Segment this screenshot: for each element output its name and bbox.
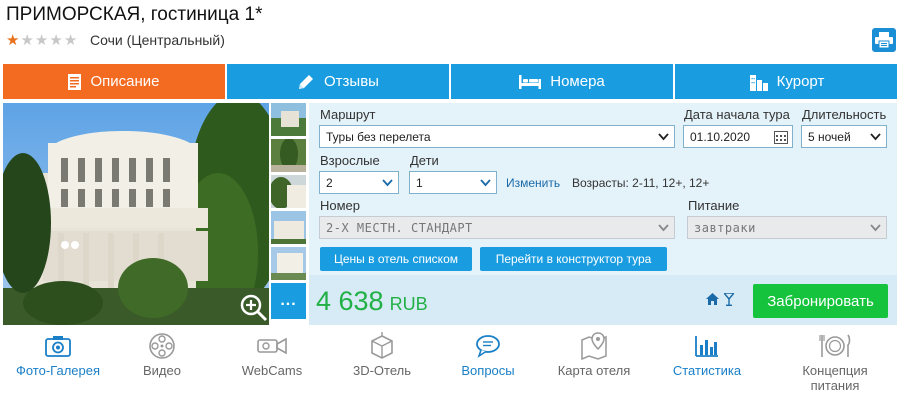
chevron-down-icon (658, 224, 669, 232)
thumbnail-image (271, 247, 306, 280)
tab-label: Отзывы (324, 73, 379, 90)
star-icon: ★ (6, 32, 20, 49)
hotel-location: Сочи (Центральный) (90, 32, 225, 48)
price-currency: RUB (389, 294, 428, 314)
printer-icon (875, 32, 893, 48)
date-label: Дата начала тура (684, 107, 790, 122)
duration-label: Длительность (802, 107, 887, 122)
gallery-thumbnail[interactable] (271, 211, 306, 244)
home-icon[interactable] (706, 293, 719, 305)
nav-3d-hotel[interactable]: 3D-Отель (327, 330, 437, 378)
zoom-in-icon (240, 294, 268, 322)
thumbnail-image (271, 175, 306, 208)
main-hotel-photo[interactable] (3, 103, 269, 325)
hotel-tabs: Описание Отзывы Номера Курорт (3, 64, 897, 99)
document-icon (68, 73, 82, 90)
tab-description[interactable]: Описание (3, 64, 225, 99)
buildings-icon (749, 74, 768, 91)
change-ages-link[interactable]: Изменить (506, 176, 560, 190)
nav-statistics[interactable]: Статистика (652, 330, 762, 378)
route-label: Маршрут (320, 107, 376, 122)
hotel-title: ПРИМОРСКАЯ, гостиница 1* (6, 4, 263, 25)
nav-food-concept[interactable]: Концепция питания (780, 330, 890, 393)
cube-3d-icon (371, 332, 393, 359)
chevron-down-icon (480, 179, 491, 187)
tab-label: Описание (90, 73, 160, 90)
bed-icon (519, 74, 542, 89)
gallery-thumbnail[interactable] (271, 103, 306, 136)
tour-constructor-button[interactable]: Перейти в конструктор тура (480, 247, 667, 271)
tour-search-form: Маршрут Туры без перелета Дата начала ту… (309, 103, 897, 325)
gallery-thumbnails: ... (271, 103, 306, 319)
book-button[interactable]: Забронировать (753, 284, 888, 318)
route-select[interactable]: Туры без перелета (319, 125, 675, 148)
star-icon: ★ (63, 32, 78, 49)
map-pin-icon (581, 332, 607, 360)
plate-cutlery-icon (819, 334, 851, 357)
gallery-more-button[interactable]: ... (271, 283, 306, 319)
chevron-down-icon (870, 133, 881, 141)
calendar-icon (774, 131, 788, 144)
meal-select[interactable]: завтраки (687, 216, 887, 239)
webcam-icon (257, 337, 287, 355)
thumbnail-image (271, 139, 306, 172)
tab-label: Номера (550, 73, 605, 90)
zoom-button[interactable] (239, 293, 269, 325)
tab-resort[interactable]: Курорт (675, 64, 897, 99)
tab-label: Курорт (776, 73, 825, 90)
hotel-media-nav: Фото-Галерея Видео WebCams 3D-Отель Вопр… (3, 330, 897, 394)
star-icon: ★ (49, 32, 63, 49)
meal-label: Питание (688, 198, 740, 213)
tab-reviews[interactable]: Отзывы (227, 64, 449, 99)
adults-select[interactable]: 2 (319, 171, 399, 194)
date-input[interactable]: 01.10.2020 (683, 125, 793, 148)
print-button[interactable] (872, 28, 896, 52)
nav-video[interactable]: Видео (107, 330, 217, 378)
gallery-thumbnail[interactable] (271, 139, 306, 172)
price-extras (706, 293, 734, 306)
chevron-down-icon (870, 224, 881, 232)
bar-chart-icon (695, 336, 718, 357)
duration-select[interactable]: 5 ночей (801, 125, 887, 148)
price-value: 4 638 (316, 286, 384, 316)
pencil-icon (299, 74, 314, 89)
children-label: Дети (410, 153, 439, 168)
camera-icon (45, 336, 71, 357)
children-ages-text: Возрасты: 2-11, 12+, 12+ (572, 176, 710, 190)
star-icon: ★ (34, 32, 49, 49)
hotel-prices-list-button[interactable]: Цены в отель списком (320, 247, 472, 271)
children-select[interactable]: 1 (409, 171, 497, 194)
chevron-down-icon (658, 133, 669, 141)
nav-webcams[interactable]: WebCams (217, 330, 327, 378)
star-icon: ★ (20, 32, 34, 49)
chat-bubble-icon (476, 335, 500, 358)
thumbnail-image (271, 103, 306, 136)
thumbnail-image (271, 211, 306, 244)
tab-rooms[interactable]: Номера (451, 64, 673, 99)
hotel-building-image (3, 103, 269, 325)
room-select[interactable]: 2-Х МЕСТН. СТАНДАРТ (319, 216, 675, 239)
cocktail-icon[interactable] (724, 293, 734, 306)
chevron-down-icon (382, 179, 393, 187)
tour-price: 4 638 RUB (316, 286, 428, 317)
gallery-thumbnail[interactable] (271, 247, 306, 280)
film-reel-icon (149, 333, 175, 359)
nav-hotel-map[interactable]: Карта отеля (539, 330, 649, 378)
nav-questions[interactable]: Вопросы (433, 330, 543, 378)
room-label: Номер (320, 198, 361, 213)
adults-label: Взрослые (320, 153, 380, 168)
nav-photo-gallery[interactable]: Фото-Галерея (3, 330, 113, 378)
gallery-thumbnail[interactable] (271, 175, 306, 208)
rating-stars: ★ ★ ★ ★ ★ (6, 33, 77, 48)
